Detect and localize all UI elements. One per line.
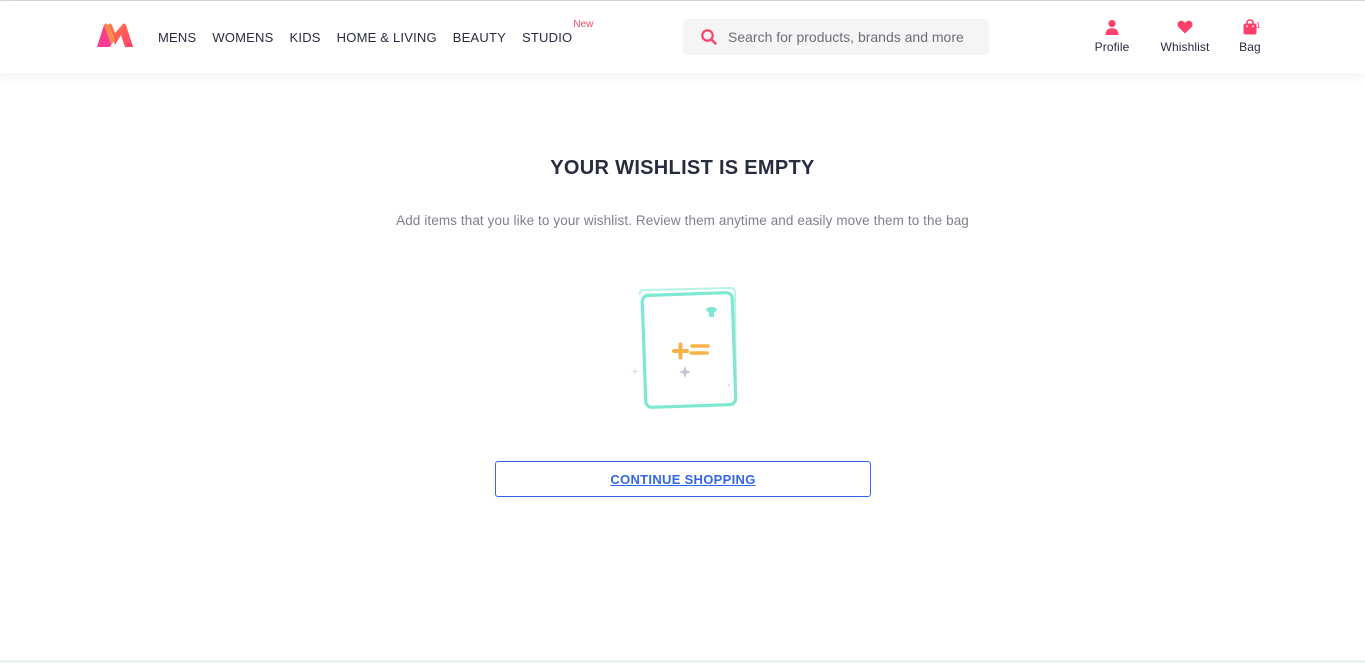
bag-label: Bag	[1239, 40, 1261, 54]
wishlist-button[interactable]: Whishlist	[1158, 17, 1212, 54]
empty-wishlist-illustration	[631, 286, 738, 409]
wishlist-label: Whishlist	[1160, 40, 1210, 54]
bag-count: 1	[1256, 21, 1261, 30]
header-actions: Profile Whishlist 1 Bag	[0, 17, 1365, 61]
heart-icon	[1177, 17, 1193, 37]
continue-shopping-label: CONTINUE SHOPPING	[610, 471, 756, 487]
page-subtitle: Add items that you like to your wishlist…	[396, 213, 969, 228]
profile-button[interactable]: Profile	[1092, 17, 1132, 54]
continue-shopping-button[interactable]: CONTINUE SHOPPING	[495, 461, 871, 497]
person-icon	[1104, 17, 1120, 37]
page-title: YOUR WISHLIST IS EMPTY	[550, 157, 815, 179]
profile-label: Profile	[1094, 40, 1130, 54]
bag-button[interactable]: 1 Bag	[1238, 17, 1262, 54]
bag-icon: 1	[1242, 17, 1261, 37]
wishlist-empty-state: YOUR WISHLIST IS EMPTY Add items that yo…	[0, 73, 1365, 663]
site-header: MENS WOMENS KIDS HOME & LIVING BEAUTY ST…	[0, 1, 1365, 73]
